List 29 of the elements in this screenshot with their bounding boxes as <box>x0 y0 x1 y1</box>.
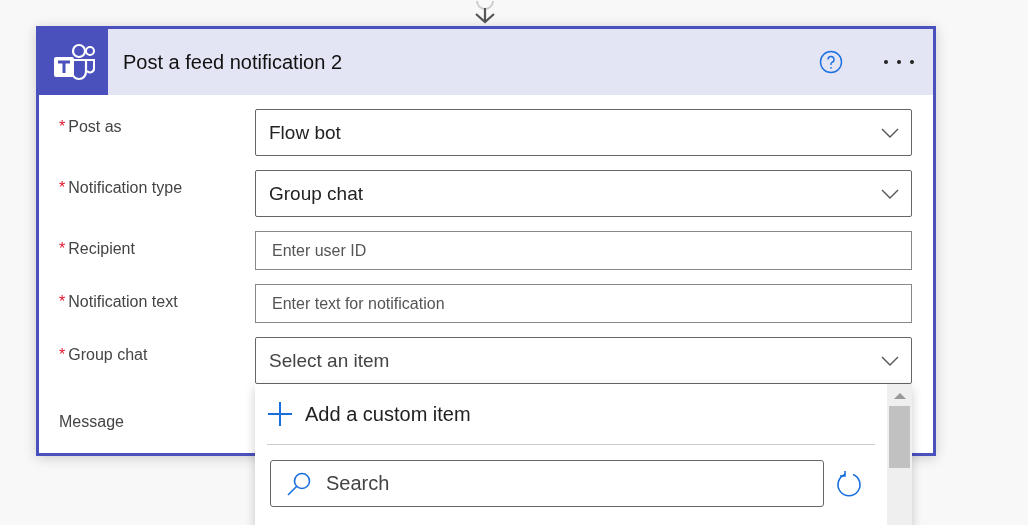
field-label: Message <box>59 413 124 430</box>
chevron-down-icon <box>881 127 899 138</box>
text-field[interactable]: Enter user ID <box>255 231 912 270</box>
required-asterisk: * <box>59 293 66 310</box>
required-asterisk: * <box>59 179 66 196</box>
field-label: Notification text <box>68 293 178 310</box>
required-asterisk: * <box>59 118 66 135</box>
scrollbar[interactable] <box>887 384 912 525</box>
dropdown[interactable]: Flow bot <box>255 109 912 156</box>
add-custom-item[interactable]: Add a custom item <box>267 384 875 444</box>
more-options-icon[interactable] <box>883 59 915 65</box>
search-field[interactable]: Search <box>270 460 824 507</box>
card-title: Post a feed notification 2 <box>123 50 344 74</box>
chevron-down-icon <box>881 188 899 199</box>
plus-icon <box>267 401 293 427</box>
chevron-down-icon <box>881 355 899 366</box>
help-icon[interactable] <box>819 50 843 74</box>
field-label: Group chat <box>68 346 148 363</box>
required-asterisk: * <box>59 240 66 257</box>
dropdown[interactable]: Group chat <box>255 170 912 217</box>
field-label: Notification type <box>68 179 183 196</box>
field-label: Post as <box>68 118 122 135</box>
team-chat-logo-icon <box>52 43 95 81</box>
scroll-up-icon[interactable] <box>893 392 906 400</box>
dropdown[interactable]: Select an item <box>255 337 912 384</box>
refresh-icon[interactable] <box>836 470 862 497</box>
text-field[interactable]: Enter text for notification <box>255 284 912 323</box>
required-asterisk: * <box>59 346 66 363</box>
field-label: Recipient <box>68 240 135 257</box>
